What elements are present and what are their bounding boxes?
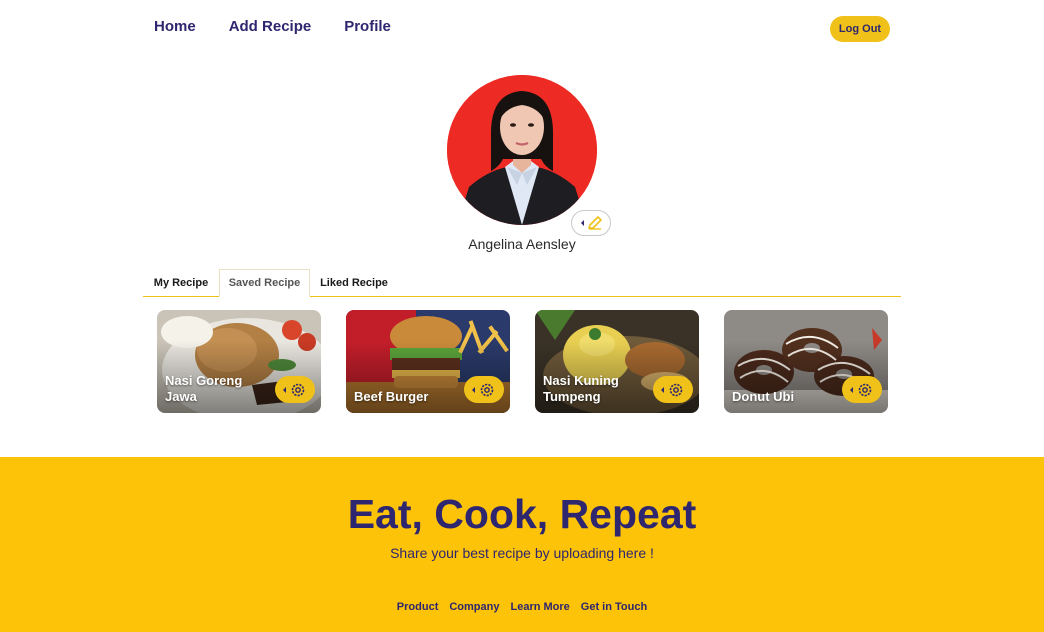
recipe-title: Donut Ubi	[732, 389, 795, 404]
profile-name: Angelina Aensley	[468, 236, 576, 252]
pencil-icon	[581, 216, 602, 230]
gear-icon	[661, 383, 683, 396]
recipe-title: Nasi Goreng Jawa	[165, 373, 243, 404]
recipe-title: Nasi Kuning Tumpeng	[543, 373, 619, 404]
gear-icon	[472, 383, 494, 396]
recipe-card[interactable]: Nasi Kuning Tumpeng	[535, 310, 699, 413]
footer-link-product[interactable]: Product	[397, 601, 439, 613]
footer-headline: Eat, Cook, Repeat	[347, 491, 697, 537]
recipe-options-button[interactable]	[653, 376, 693, 403]
gear-icon	[850, 383, 872, 396]
tab-saved-recipe[interactable]: Saved Recipe	[219, 269, 310, 297]
nav-profile-link[interactable]: Profile	[344, 18, 391, 35]
footer-links: Product Company Learn More Get in Touch	[0, 601, 1044, 613]
profile-avatar	[447, 75, 597, 225]
recipe-options-button[interactable]	[842, 376, 882, 403]
nav-add-recipe-link[interactable]: Add Recipe	[229, 18, 312, 35]
footer-link-get-in-touch[interactable]: Get in Touch	[581, 601, 647, 613]
recipe-options-button[interactable]	[275, 376, 315, 403]
gear-icon	[283, 383, 305, 396]
logout-button[interactable]: Log Out	[830, 16, 890, 42]
site-footer: Eat, Cook, Repeat Share your best recipe…	[0, 457, 1044, 632]
nav-home-link[interactable]: Home	[154, 18, 196, 35]
main-nav: Home Add Recipe Profile	[154, 18, 391, 35]
footer-tagline: Share your best recipe by uploading here…	[390, 545, 654, 561]
tab-liked-recipe[interactable]: Liked Recipe	[310, 269, 398, 297]
footer-link-learn-more[interactable]: Learn More	[510, 601, 569, 613]
avatar-photo	[447, 75, 597, 225]
recipe-card[interactable]: Beef Burger	[346, 310, 510, 413]
recipe-tabs: My Recipe Saved Recipe Liked Recipe	[143, 269, 901, 297]
recipe-card[interactable]: Nasi Goreng Jawa	[157, 310, 321, 413]
tab-my-recipe[interactable]: My Recipe	[143, 269, 219, 297]
edit-profile-photo-button[interactable]	[571, 210, 611, 236]
recipe-options-button[interactable]	[464, 376, 504, 403]
recipe-card[interactable]: Donut Ubi	[724, 310, 888, 413]
recipe-title: Beef Burger	[354, 389, 429, 404]
footer-link-company[interactable]: Company	[449, 601, 499, 613]
